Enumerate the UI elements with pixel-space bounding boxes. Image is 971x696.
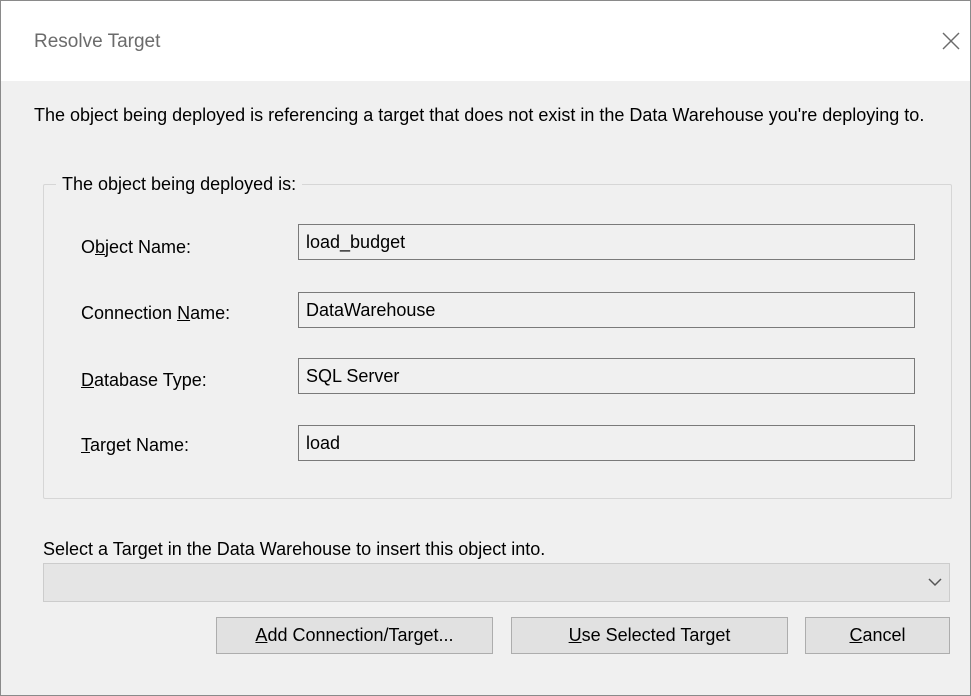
- target-name-field[interactable]: load: [298, 425, 915, 461]
- object-name-label: Object Name:: [81, 237, 192, 257]
- database-type-field[interactable]: SQL Server: [298, 358, 915, 394]
- close-icon: [942, 32, 960, 50]
- object-name-field[interactable]: load_budget: [298, 224, 915, 260]
- target-select-prompt: Select a Target in the Data Warehouse to…: [43, 539, 546, 559]
- connection-name-field[interactable]: DataWarehouse: [298, 292, 915, 328]
- add-connection-target-button[interactable]: Add Connection/Target...: [216, 617, 493, 654]
- dialog-title: Resolve Target: [34, 31, 161, 52]
- database-type-label: Database Type:: [81, 370, 207, 390]
- chevron-down-icon: [928, 578, 942, 587]
- cancel-button[interactable]: Cancel: [805, 617, 950, 654]
- use-selected-target-button[interactable]: Use Selected Target: [511, 617, 788, 654]
- group-label: The object being deployed is:: [56, 174, 303, 195]
- target-select-dropdown[interactable]: [43, 563, 950, 602]
- info-message: The object being deployed is referencing…: [34, 105, 925, 125]
- resolve-target-dialog: Resolve Target The object being deployed…: [0, 0, 971, 696]
- target-name-label: Target Name:: [81, 435, 190, 455]
- title-bar: Resolve Target: [1, 1, 970, 81]
- close-button[interactable]: [935, 25, 967, 57]
- connection-name-label: Connection Name:: [81, 303, 231, 323]
